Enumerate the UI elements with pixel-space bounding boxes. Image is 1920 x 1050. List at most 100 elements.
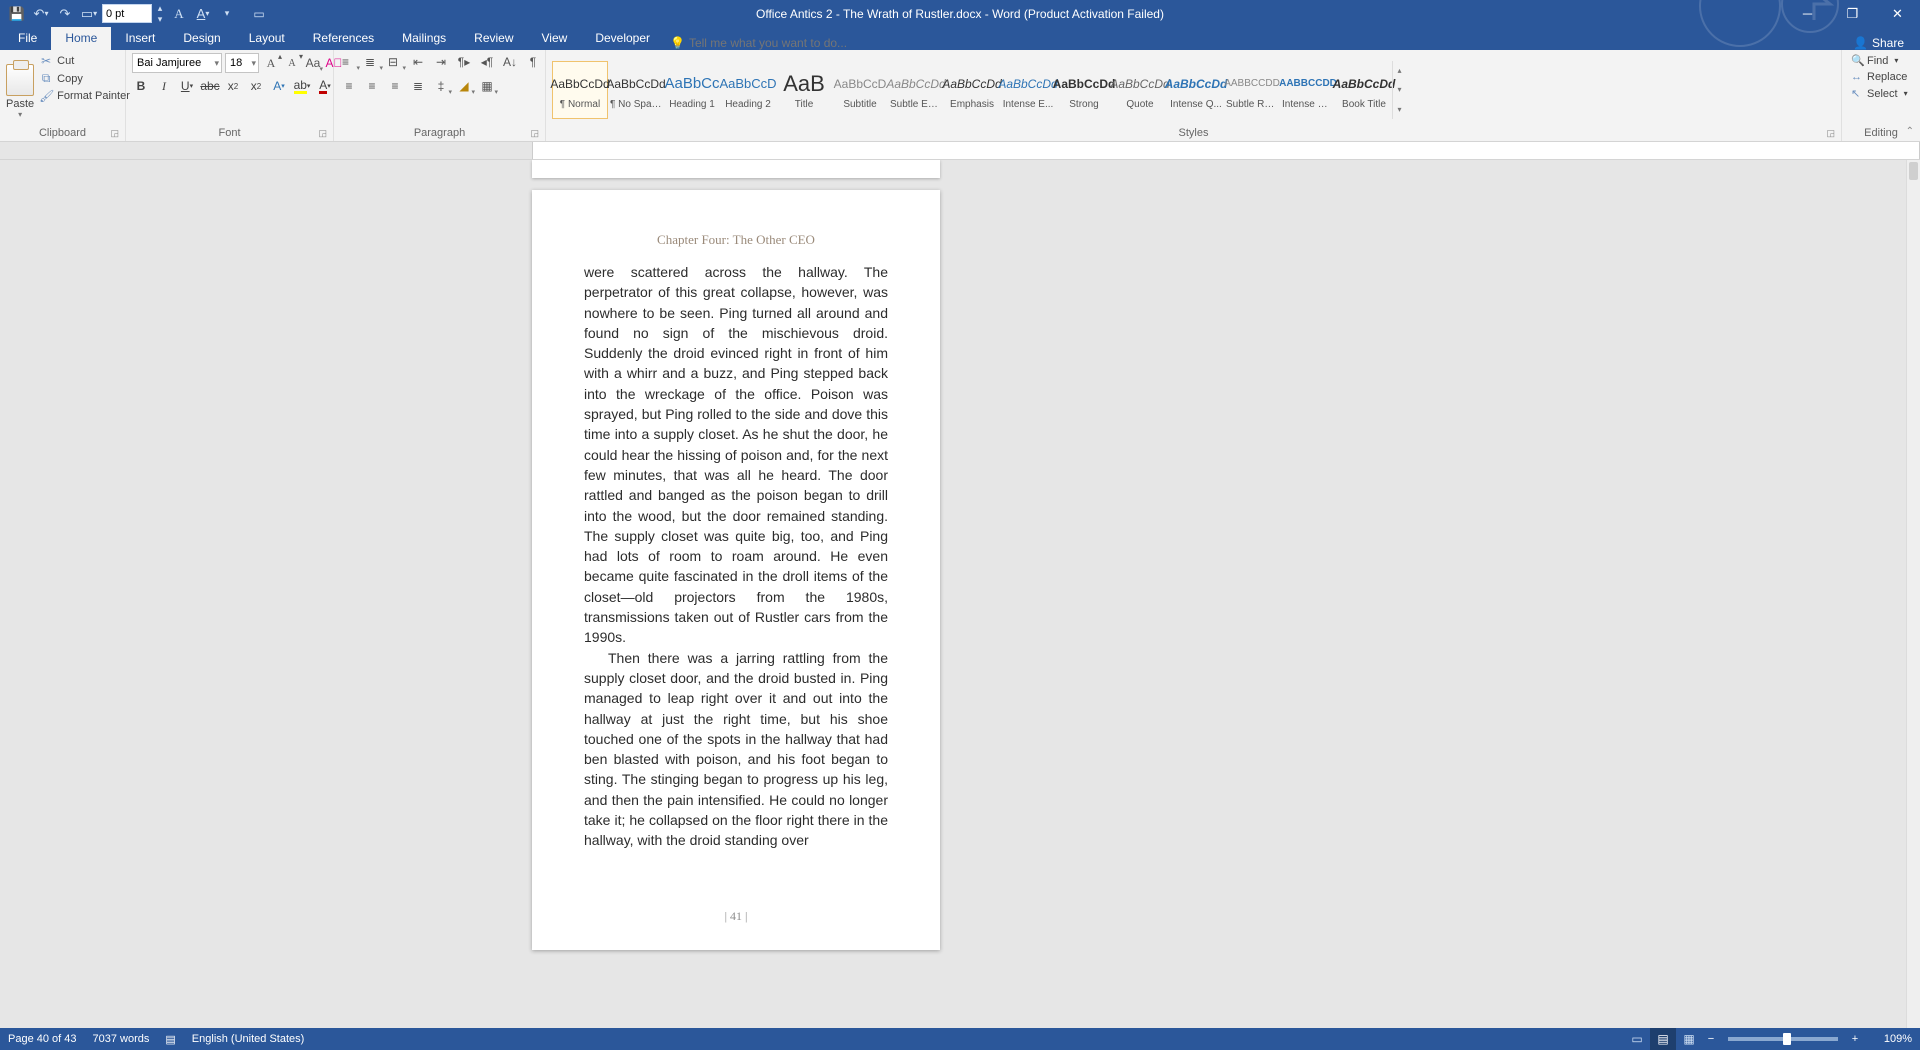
tab-mailings[interactable]: Mailings bbox=[388, 27, 460, 50]
tab-file[interactable]: File bbox=[4, 27, 51, 50]
style--normal[interactable]: AaBbCcDd¶ Normal bbox=[552, 61, 608, 119]
spacing-input[interactable] bbox=[102, 4, 152, 23]
font-size-combo[interactable]: 18 bbox=[225, 53, 259, 73]
zoom-out-button[interactable]: − bbox=[1702, 1033, 1720, 1045]
style-quote[interactable]: AaBbCcDdQuote bbox=[1112, 61, 1168, 119]
tab-home[interactable]: Home bbox=[51, 27, 111, 50]
status-proofing-icon[interactable]: ▤ bbox=[165, 1033, 175, 1046]
zoom-knob[interactable] bbox=[1783, 1033, 1791, 1045]
style-heading-2[interactable]: AaBbCcDHeading 2 bbox=[720, 61, 776, 119]
format-painter-button[interactable]: 🖌Format Painter bbox=[36, 88, 133, 104]
align-center-icon[interactable]: ≡ bbox=[363, 77, 381, 95]
paragraph-2[interactable]: Then there was a jarring rattling from t… bbox=[584, 648, 888, 851]
style-subtle-ref-[interactable]: AABBCCDDSubtle Ref... bbox=[1224, 61, 1280, 119]
qat-font-grow-icon[interactable]: A bbox=[168, 3, 190, 25]
tab-design[interactable]: Design bbox=[169, 27, 234, 50]
grow-font-icon[interactable]: A▴ bbox=[262, 54, 280, 72]
decrease-indent-icon[interactable]: ⇤ bbox=[409, 53, 427, 71]
save-icon[interactable]: 💾 bbox=[6, 3, 28, 25]
find-button[interactable]: 🔍Find▾ bbox=[1848, 53, 1911, 68]
tab-review[interactable]: Review bbox=[460, 27, 527, 50]
italic-button[interactable]: I bbox=[155, 77, 173, 95]
qat-underline-icon[interactable]: A▾ bbox=[192, 3, 214, 25]
align-left-icon[interactable]: ≡ bbox=[340, 77, 358, 95]
shading-icon[interactable]: ◢▾ bbox=[455, 77, 473, 95]
print-layout-icon[interactable]: ▤ bbox=[1650, 1028, 1676, 1050]
close-button[interactable]: ✕ bbox=[1875, 0, 1920, 27]
paste-button[interactable]: Paste ▾ bbox=[6, 53, 34, 119]
clipboard-launcher-icon[interactable]: ◲ bbox=[110, 128, 119, 139]
increase-indent-icon[interactable]: ⇥ bbox=[432, 53, 450, 71]
undo-icon[interactable]: ↶▾ bbox=[30, 3, 52, 25]
font-color-icon[interactable]: A▾ bbox=[316, 77, 334, 95]
tab-view[interactable]: View bbox=[528, 27, 582, 50]
styles-launcher-icon[interactable]: ◲ bbox=[1826, 128, 1835, 139]
cut-button[interactable]: ✂Cut bbox=[36, 53, 133, 69]
tab-references[interactable]: References bbox=[299, 27, 388, 50]
multilevel-list-icon[interactable]: ⊟▾ bbox=[386, 53, 404, 71]
style-intense-re-[interactable]: AABBCCDDIntense Re... bbox=[1280, 61, 1336, 119]
redo-icon[interactable]: ↷ bbox=[54, 3, 76, 25]
style-subtitle[interactable]: AaBbCcDSubtitle bbox=[832, 61, 888, 119]
subscript-button[interactable]: x2 bbox=[224, 77, 242, 95]
paragraph-launcher-icon[interactable]: ◲ bbox=[530, 128, 539, 139]
font-name-combo[interactable]: Bai Jamjuree bbox=[132, 53, 222, 73]
maximize-button[interactable]: ❐ bbox=[1830, 0, 1875, 27]
tab-layout[interactable]: Layout bbox=[235, 27, 299, 50]
align-right-icon[interactable]: ≡ bbox=[386, 77, 404, 95]
change-case-icon[interactable]: Aa▾ bbox=[304, 54, 322, 72]
collapse-ribbon-icon[interactable]: ⌃ bbox=[1906, 126, 1914, 137]
text-effects-icon[interactable]: A▾ bbox=[270, 77, 288, 95]
shrink-font-icon[interactable]: A▾ bbox=[283, 54, 301, 72]
copy-button[interactable]: ⧉Copy bbox=[36, 70, 133, 87]
web-layout-icon[interactable]: ▦ bbox=[1676, 1028, 1702, 1050]
horizontal-ruler[interactable] bbox=[0, 142, 1920, 160]
select-button[interactable]: ↖Select▾ bbox=[1848, 86, 1911, 101]
rtl-icon[interactable]: ◂¶ bbox=[478, 53, 496, 71]
tab-developer[interactable]: Developer bbox=[581, 27, 664, 50]
ltr-icon[interactable]: ¶▸ bbox=[455, 53, 473, 71]
strikethrough-button[interactable]: abc bbox=[201, 77, 219, 95]
numbering-icon[interactable]: ≣▾ bbox=[363, 53, 381, 71]
share-button[interactable]: 👤 Share bbox=[1845, 36, 1912, 50]
highlight-icon[interactable]: ab▾ bbox=[293, 77, 311, 95]
bold-button[interactable]: B bbox=[132, 77, 150, 95]
tell-me-input[interactable] bbox=[689, 36, 909, 50]
page-canvas[interactable]: Chapter Four: The Other CEO were scatter… bbox=[0, 160, 1906, 1028]
zoom-slider[interactable] bbox=[1728, 1037, 1838, 1041]
qat-button[interactable]: ▭▾ bbox=[78, 3, 100, 25]
replace-button[interactable]: ↔Replace bbox=[1848, 70, 1911, 84]
read-mode-icon[interactable]: ▭ bbox=[1624, 1028, 1650, 1050]
page-body[interactable]: were scattered across the hallway. The p… bbox=[532, 248, 940, 851]
style-intense-e-[interactable]: AaBbCcDdIntense E... bbox=[1000, 61, 1056, 119]
underline-button[interactable]: U▾ bbox=[178, 77, 196, 95]
line-spacing-icon[interactable]: ‡▾ bbox=[432, 77, 450, 95]
style-intense-q-[interactable]: AaBbCcDdIntense Q... bbox=[1168, 61, 1224, 119]
style-title[interactable]: AaBTitle bbox=[776, 61, 832, 119]
tell-me[interactable]: 💡 bbox=[670, 36, 909, 50]
tab-insert[interactable]: Insert bbox=[111, 27, 169, 50]
zoom-in-button[interactable]: + bbox=[1846, 1033, 1864, 1045]
font-launcher-icon[interactable]: ◲ bbox=[318, 128, 327, 139]
bullets-icon[interactable]: ≡▾ bbox=[340, 53, 358, 71]
ribbon-display-options-icon[interactable]: ▭ bbox=[244, 7, 274, 21]
justify-icon[interactable]: ≣ bbox=[409, 77, 427, 95]
borders-icon[interactable]: ▦▾ bbox=[478, 77, 496, 95]
vertical-scrollbar[interactable] bbox=[1906, 160, 1920, 1028]
style-emphasis[interactable]: AaBbCcDdEmphasis bbox=[944, 61, 1000, 119]
zoom-level[interactable]: 109% bbox=[1864, 1033, 1912, 1045]
scroll-thumb[interactable] bbox=[1909, 162, 1918, 180]
style-strong[interactable]: AaBbCcDdStrong bbox=[1056, 61, 1112, 119]
minimize-button[interactable]: ─ bbox=[1785, 0, 1830, 27]
sort-icon[interactable]: A↓ bbox=[501, 53, 519, 71]
style--no-spac-[interactable]: AaBbCcDd¶ No Spac... bbox=[608, 61, 664, 119]
style-book-title[interactable]: AaBbCcDdBook Title bbox=[1336, 61, 1392, 119]
style-subtle-em-[interactable]: AaBbCcDdSubtle Em... bbox=[888, 61, 944, 119]
superscript-button[interactable]: x2 bbox=[247, 77, 265, 95]
paragraph-1[interactable]: were scattered across the hallway. The p… bbox=[584, 262, 888, 648]
status-words[interactable]: 7037 words bbox=[93, 1033, 150, 1045]
status-language[interactable]: English (United States) bbox=[192, 1033, 305, 1045]
styles-more-button[interactable]: ▴▾▾ bbox=[1392, 61, 1406, 119]
status-page[interactable]: Page 40 of 43 bbox=[8, 1033, 77, 1045]
show-marks-icon[interactable]: ¶ bbox=[524, 53, 542, 71]
